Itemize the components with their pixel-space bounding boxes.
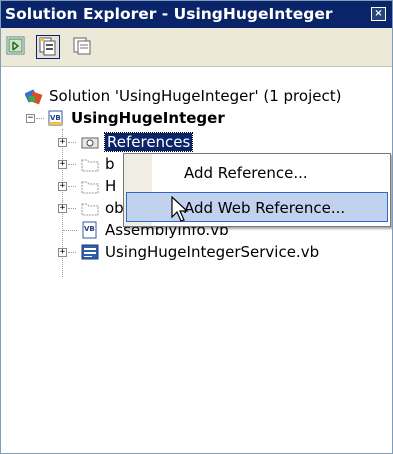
tree-item-service-file[interactable]: + UsingHugeIntegerService.vb	[1, 241, 392, 263]
tree-item-label: Solution 'UsingHugeInteger' (1 project)	[49, 87, 342, 105]
folder-icon	[81, 159, 99, 172]
menu-item-add-web-reference[interactable]: Add Web Reference...	[126, 192, 388, 222]
menu-item-add-reference[interactable]: Add Reference...	[126, 158, 388, 188]
show-all-files-icon	[39, 37, 56, 56]
tree-item-solution[interactable]: Solution 'UsingHugeInteger' (1 project)	[1, 85, 392, 107]
toolbar	[1, 28, 392, 67]
expand-toggle[interactable]: +	[58, 204, 67, 213]
title-bar: Solution Explorer - UsingHugeInteger ×	[1, 1, 392, 28]
expand-toggle[interactable]: +	[58, 248, 67, 257]
expand-toggle[interactable]: +	[58, 138, 67, 147]
folder-icon	[81, 181, 99, 194]
properties-button[interactable]	[5, 35, 29, 59]
web-service-file-icon	[81, 244, 99, 260]
menu-item-label: Add Web Reference...	[184, 199, 346, 217]
tree-item-label: H	[105, 177, 117, 195]
expand-toggle[interactable]: +	[58, 160, 67, 169]
references-icon	[81, 137, 99, 149]
expand-toggle[interactable]: +	[58, 182, 67, 191]
solution-icon	[25, 89, 43, 105]
solution-tree: Solution 'UsingHugeInteger' (1 project) …	[1, 67, 392, 453]
collapse-toggle[interactable]: −	[26, 114, 35, 123]
solution-explorer-panel: Solution Explorer - UsingHugeInteger × S…	[0, 0, 393, 454]
show-all-files-button[interactable]	[36, 35, 60, 59]
tree-item-label: b	[105, 155, 115, 173]
properties-icon	[6, 36, 25, 55]
tree-item-label: UsingHugeIntegerService.vb	[105, 243, 320, 261]
close-button[interactable]: ×	[371, 7, 386, 21]
folder-icon	[81, 203, 99, 216]
mouse-cursor-icon	[171, 196, 189, 222]
context-menu: Add Reference... Add Web Reference...	[123, 153, 391, 227]
close-icon: ×	[374, 8, 383, 19]
tree-item-project[interactable]: − VB UsingHugeInteger	[1, 107, 392, 129]
tree-item-references[interactable]: + References	[1, 131, 392, 153]
menu-item-label: Add Reference...	[184, 164, 308, 182]
vb-file-icon: VB	[82, 221, 97, 239]
svg-text:VB: VB	[84, 225, 95, 233]
refresh-icon	[73, 37, 91, 55]
vb-project-icon: VB	[48, 110, 63, 126]
svg-text:VB: VB	[50, 114, 61, 122]
refresh-button[interactable]	[71, 35, 95, 59]
window-title: Solution Explorer - UsingHugeInteger	[5, 5, 333, 23]
tree-item-label: References	[103, 132, 194, 152]
tree-item-label: UsingHugeInteger	[71, 109, 225, 127]
